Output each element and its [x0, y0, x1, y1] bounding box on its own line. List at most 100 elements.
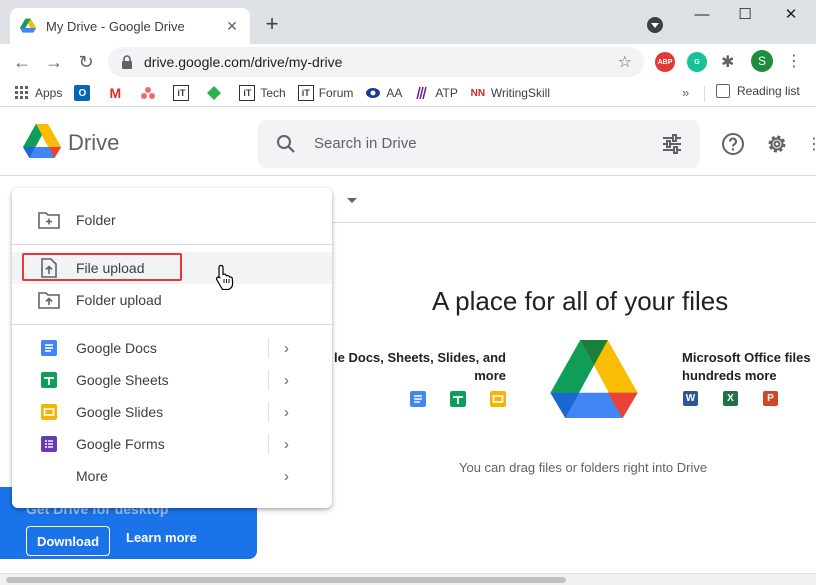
chevron-right-icon[interactable]: › [284, 372, 289, 389]
menu-item-divider [268, 370, 269, 390]
drive-logo-icon[interactable] [23, 124, 61, 158]
grammarly-icon[interactable]: G [687, 52, 707, 72]
apps-grid-icon [14, 85, 30, 101]
menu-item-google-slides[interactable]: Google Slides › [12, 396, 332, 428]
google-slides-icon [38, 402, 60, 422]
chevron-right-icon[interactable]: › [284, 436, 289, 453]
menu-item-label: Google Slides [76, 404, 164, 420]
content-divider [256, 222, 816, 223]
slides-mini-icon [490, 391, 506, 407]
menu-item-folder-upload[interactable]: Folder upload [12, 284, 332, 316]
bookmark-label: AA [386, 86, 403, 100]
bookmark-it[interactable]: iT [173, 85, 194, 101]
empty-state-office-line: hundreds more [682, 368, 777, 383]
bookmark-apps[interactable]: Apps [14, 85, 62, 101]
chevron-down-icon[interactable] [347, 198, 357, 203]
learn-more-link[interactable]: Learn more [126, 530, 197, 545]
bookmark-star-icon[interactable]: ☆ [618, 52, 632, 72]
chevron-right-icon[interactable]: › [284, 340, 289, 357]
browser-menu-icon[interactable]: ⋮ [786, 51, 802, 71]
docs-mini-icon [410, 391, 426, 407]
forward-button[interactable]: → [42, 50, 66, 74]
menu-item-google-sheets[interactable]: Google Sheets › [12, 364, 332, 396]
back-button[interactable]: ← [10, 50, 34, 74]
browser-toolbar: ← → ↻ drive.google.com/drive/my-drive ☆ … [0, 44, 816, 80]
reload-button[interactable]: ↻ [74, 50, 98, 74]
menu-item-label: Google Forms [76, 436, 165, 452]
tab-search-icon[interactable] [647, 17, 663, 33]
lock-icon [122, 55, 132, 69]
empty-state-office-text: Microsoft Office files hundreds more [682, 349, 816, 385]
search-icon[interactable] [276, 134, 296, 154]
browser-tab[interactable]: My Drive - Google Drive ✕ [10, 8, 250, 44]
horizontal-scrollbar[interactable] [0, 573, 816, 585]
minimize-button[interactable]: — [687, 4, 717, 26]
search-placeholder: Search in Drive [314, 135, 417, 152]
google-sheets-icon [38, 370, 60, 390]
maximize-button[interactable]: ☐ [730, 4, 760, 26]
drag-hint-text: You can drag files or folders right into… [459, 460, 708, 475]
bookmark-forum[interactable]: iT Forum [297, 85, 354, 101]
search-input[interactable]: Search in Drive [258, 120, 700, 168]
word-mini-icon: W [683, 391, 698, 406]
tab-strip: My Drive - Google Drive ✕ + — ☐ ✕ [0, 0, 816, 44]
bookmark-outlook[interactable]: O [74, 85, 95, 101]
it-icon: iT [173, 85, 190, 101]
bookmark-label: Forum [318, 86, 354, 100]
outlook-icon: O [74, 85, 91, 101]
bookmark-label: ATP [435, 86, 458, 100]
menu-item-divider [268, 338, 269, 358]
tab-close-icon[interactable]: ✕ [224, 18, 240, 35]
chevron-right-icon[interactable]: › [284, 468, 289, 485]
gmail-icon: M [109, 85, 122, 101]
menu-item-divider [268, 402, 269, 422]
new-folder-icon [38, 210, 60, 230]
scrollbar-thumb[interactable] [6, 577, 566, 583]
bookmark-atp[interactable]: ATP [414, 85, 458, 101]
bookmark-tech[interactable]: iT Tech [239, 85, 286, 101]
apps-more-icon[interactable]: ⋮ [806, 134, 816, 154]
adblock-plus-icon[interactable]: ABP [655, 52, 675, 72]
search-options-icon[interactable] [662, 134, 682, 154]
bookmarks-overflow-button[interactable]: » [682, 85, 689, 100]
highlight-annotation-box [22, 253, 182, 281]
bookmark-feedly[interactable] [206, 85, 227, 101]
close-window-button[interactable]: ✕ [776, 4, 806, 26]
empty-state-title: A place for all of your files [432, 286, 729, 316]
atp-icon [414, 85, 430, 101]
help-icon[interactable] [721, 132, 745, 156]
bookmark-label: Apps [35, 86, 63, 100]
bookmark-asana[interactable] [140, 85, 161, 101]
settings-gear-icon[interactable] [765, 132, 789, 156]
chevron-right-icon[interactable]: › [284, 404, 289, 421]
menu-item-more[interactable]: More › [12, 460, 332, 492]
asana-icon [140, 85, 156, 101]
bookmark-label: WritingSkill [490, 86, 550, 100]
reading-list-button[interactable]: Reading list [716, 84, 800, 98]
profile-avatar[interactable]: S [751, 50, 773, 72]
bookmark-aa[interactable]: AA [365, 85, 402, 101]
download-button[interactable]: Download [26, 526, 110, 556]
address-bar[interactable]: drive.google.com/drive/my-drive ☆ [108, 47, 644, 77]
bookmark-writingskill[interactable]: NN WritingSkill [470, 85, 550, 101]
bookmark-gmail[interactable]: M [107, 85, 128, 101]
menu-item-label: Folder [76, 212, 116, 228]
google-docs-icon [38, 338, 60, 358]
tab-title: My Drive - Google Drive [46, 18, 185, 34]
hand-cursor-icon [215, 264, 234, 290]
menu-item-google-forms[interactable]: Google Forms › [12, 428, 332, 460]
menu-divider [12, 244, 332, 245]
nn-icon: NN [470, 87, 486, 99]
menu-item-label: Google Sheets [76, 372, 169, 388]
drive-illustration-icon [550, 340, 638, 418]
powerpoint-mini-icon: P [763, 391, 778, 406]
feedly-icon [206, 85, 222, 101]
bookmarks-divider [704, 86, 705, 102]
drive-app-name[interactable]: Drive [68, 130, 119, 156]
extensions-icon[interactable]: ✱ [721, 52, 734, 72]
drive-favicon-icon [20, 18, 36, 33]
new-tab-button[interactable]: + [260, 12, 284, 36]
drive-header: Drive Search in Drive ⋮ [0, 108, 816, 176]
menu-item-google-docs[interactable]: Google Docs › [12, 332, 332, 364]
menu-item-folder[interactable]: Folder [12, 204, 332, 236]
